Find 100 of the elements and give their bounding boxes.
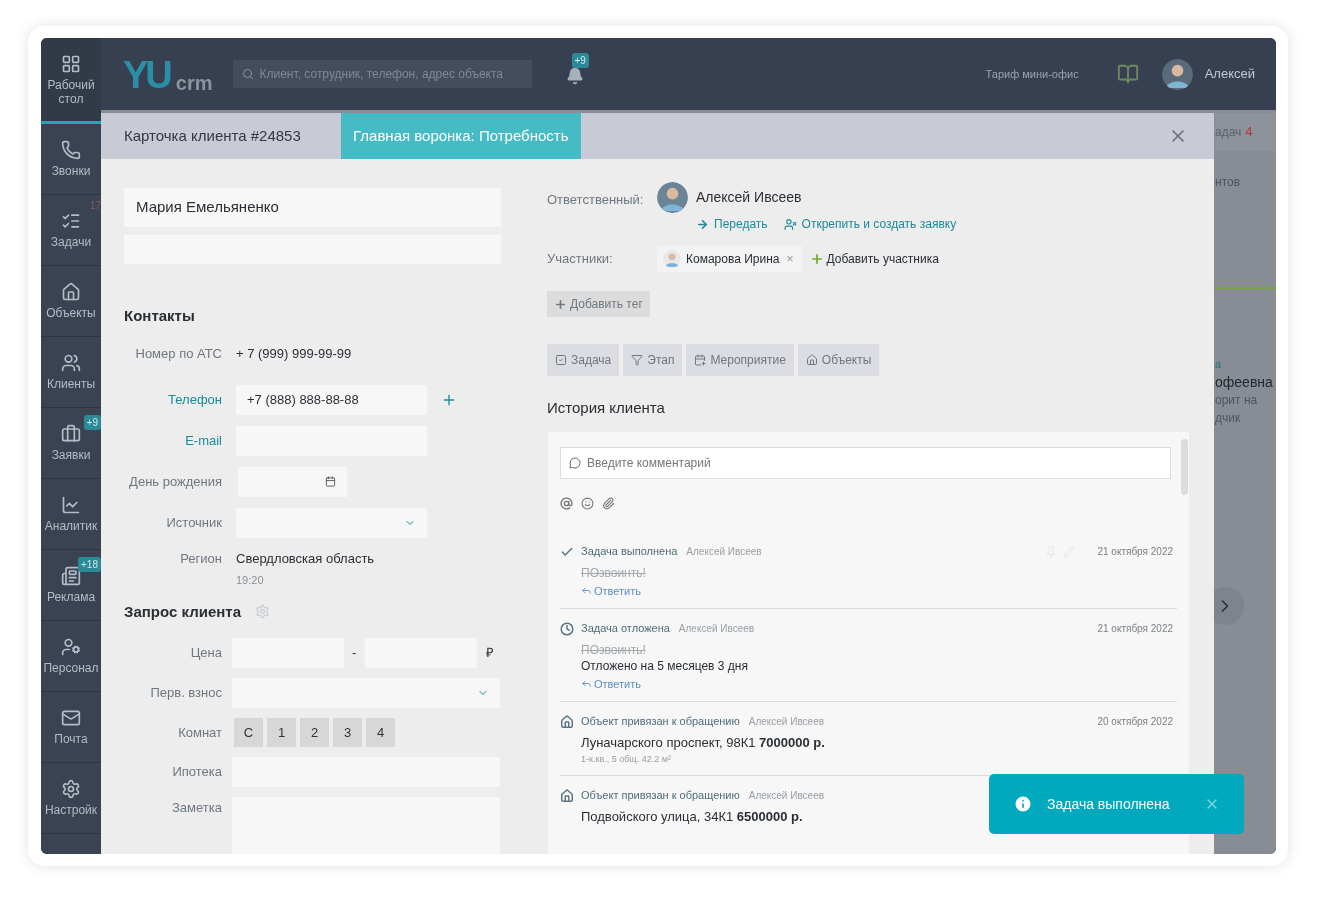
toast-message: Задача выполнена xyxy=(1047,794,1170,814)
select-field[interactable] xyxy=(236,507,427,538)
briefcase-icon xyxy=(61,424,81,444)
participant-avatar xyxy=(663,250,681,268)
help-book-icon[interactable] xyxy=(1116,63,1139,85)
user-name[interactable]: Алексей xyxy=(1204,64,1255,84)
action-button[interactable]: Мероприятие xyxy=(686,344,794,376)
speech-bubble-icon xyxy=(569,456,581,469)
at-sign-icon[interactable] xyxy=(560,496,573,510)
tasks-count: 4 xyxy=(1245,123,1253,142)
reply-link[interactable]: Ответить xyxy=(581,583,642,598)
select-field[interactable] xyxy=(232,678,500,708)
calendar-plus-icon xyxy=(694,354,707,366)
field-value: Свердловская область xyxy=(236,549,375,568)
reply-icon xyxy=(581,585,592,596)
background-text: офеевна xyxy=(1215,373,1274,391)
field-label: Заметка xyxy=(171,799,222,817)
user-cross-icon xyxy=(783,217,797,231)
settings-icon xyxy=(61,779,81,799)
people-icon xyxy=(61,353,81,373)
background-text: дчик xyxy=(1215,410,1242,427)
dialog-title: Карточка клиента #24853 xyxy=(123,125,302,146)
scrollbar[interactable] xyxy=(1181,438,1188,495)
room-option[interactable]: 4 xyxy=(366,718,395,747)
home-icon xyxy=(560,714,574,729)
object-address: Луначарского проспект, 98К1 7000000 р. xyxy=(581,733,825,752)
responsible-action-link[interactable]: Передать xyxy=(696,215,768,233)
entry-date: 21 октября 2022 xyxy=(1097,545,1173,559)
field-label: Ипотека xyxy=(171,763,222,782)
field-label: Цена xyxy=(189,644,222,663)
sidebar-item[interactable]: Рабочий стол xyxy=(41,38,101,124)
reply-link[interactable]: Ответить xyxy=(581,676,642,691)
checkbox-icon xyxy=(555,354,567,366)
entry-author: Алексей Ивсеев xyxy=(678,622,755,636)
dashboard-icon xyxy=(61,53,81,74)
info-icon xyxy=(1013,794,1033,814)
date-field[interactable] xyxy=(238,466,347,497)
action-button[interactable]: Задача xyxy=(547,344,620,376)
entry-title: Объект привязан к обращению xyxy=(581,714,740,730)
tariff-label[interactable]: Тариф мини-офис xyxy=(985,65,1079,83)
client-name-field[interactable]: Мария Емельяненко xyxy=(124,188,501,227)
newspaper-icon xyxy=(61,566,81,586)
currency-sign: ₽ xyxy=(486,644,494,663)
smile-icon[interactable] xyxy=(581,496,594,510)
object-details: 1-к.кв., 5 общ. 42.2 м² xyxy=(581,752,672,765)
entry-title: Задача отложена xyxy=(581,621,670,637)
count-badge: +18 xyxy=(78,557,101,572)
room-option[interactable]: 1 xyxy=(267,718,296,747)
participant-chip[interactable]: Комарова Ирина × xyxy=(657,246,802,272)
field-label: Ответственный: xyxy=(547,191,645,209)
bell-icon[interactable] xyxy=(565,67,584,85)
search-field[interactable]: Клиент, сотрудник, телефон, адрес объекта xyxy=(232,60,532,88)
room-option[interactable]: 2 xyxy=(300,718,329,747)
remove-mark[interactable]: × xyxy=(786,250,794,268)
home-icon xyxy=(805,354,818,366)
user-gear-icon xyxy=(61,637,81,657)
field-label: День рождения xyxy=(128,472,222,491)
field-label: Источник xyxy=(165,513,222,532)
field-label: Регион xyxy=(179,549,222,568)
field-label: E-mail xyxy=(184,431,222,450)
entry-author: Алексей Ивсеев xyxy=(686,545,762,559)
section-heading: Запрос клиента xyxy=(124,601,241,622)
arrow-right-icon xyxy=(696,217,709,231)
postpone-note: Отложено на 5 месяцев 3 дня xyxy=(581,657,749,674)
range-separator: - xyxy=(352,644,357,663)
add-tag-button[interactable]: Добавить тег xyxy=(547,291,650,317)
add-participant-button[interactable]: Добавить участника xyxy=(809,250,939,268)
task-text: ПОзвоинть! xyxy=(581,641,647,658)
room-option[interactable]: С xyxy=(234,718,263,747)
entry-title: Задача выполнена xyxy=(581,544,678,560)
paperclip-icon[interactable] xyxy=(602,496,615,510)
responsible-action-link[interactable]: Открепить и создать заявку xyxy=(783,215,957,233)
task-text: ПОзвоинть! xyxy=(581,564,647,581)
chart-icon xyxy=(61,495,81,515)
background-text: нтов xyxy=(1215,174,1242,191)
logo[interactable]: YU crm xyxy=(123,54,213,94)
plus-icon xyxy=(809,252,824,266)
checklist-icon xyxy=(61,211,81,231)
home-icon xyxy=(61,282,81,302)
section-heading: История клиента xyxy=(547,398,666,418)
action-button[interactable]: Объекты xyxy=(797,344,880,376)
responsible-name[interactable]: Алексей Ивсеев xyxy=(696,187,802,208)
settings-icon[interactable] xyxy=(254,604,270,620)
room-option[interactable]: 3 xyxy=(333,718,362,747)
object-address: Подвойского улица, 34К1 6500000 р. xyxy=(581,807,803,826)
home-icon xyxy=(560,788,574,803)
calendar-icon xyxy=(325,476,336,487)
entry-author: Алексей Ивсеев xyxy=(748,715,825,729)
input-field[interactable]: +7 (888) 888-88-88 xyxy=(236,384,427,415)
reply-icon xyxy=(581,678,592,689)
field-label: Номер по АТС xyxy=(134,344,222,363)
entry-author: Алексей Ивсеев xyxy=(748,789,825,803)
notification-badge: +9 xyxy=(571,53,589,68)
field-label: Телефон xyxy=(167,390,222,409)
local-time: 19:20 xyxy=(236,573,265,588)
action-button[interactable]: Этап xyxy=(623,344,683,376)
responsible-avatar xyxy=(657,182,688,213)
comment-field[interactable]: Введите комментарий xyxy=(560,446,1171,479)
clock-icon xyxy=(560,621,574,636)
field-label: Перв. взнос xyxy=(149,684,222,703)
